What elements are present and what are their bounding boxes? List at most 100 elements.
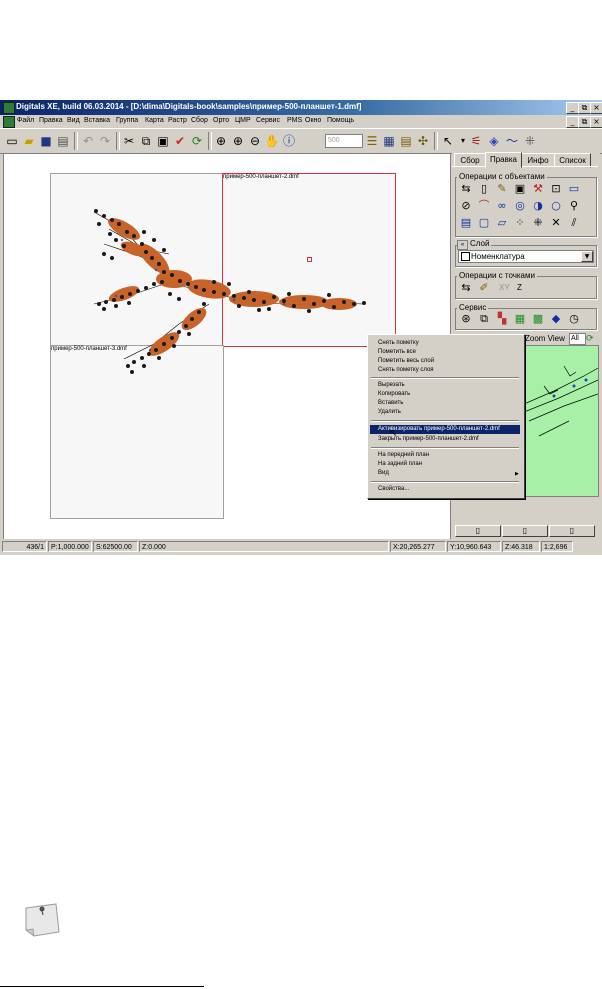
balloon-icon[interactable]: ⚲ [567, 199, 581, 213]
print-icon[interactable]: ▤ [55, 133, 71, 149]
hammer-icon[interactable]: ⚒ [531, 182, 545, 196]
undo-icon[interactable]: ↶ [80, 133, 96, 149]
panel-right-button[interactable]: ▯ [549, 525, 595, 537]
menu-item-bring-front[interactable]: На передний план [370, 451, 520, 460]
point-edit-icon[interactable]: ✐ [477, 281, 491, 295]
copy-icon[interactable]: ⧉ [138, 133, 154, 149]
open-folder-icon[interactable]: ▰ [21, 133, 37, 149]
zoom-view-preview[interactable] [523, 345, 599, 497]
zoom-refresh-icon[interactable]: ⟳ [586, 333, 594, 344]
layer-collapse-button[interactable]: « [457, 240, 468, 250]
save-icon[interactable]: ■ [38, 133, 54, 149]
menu-pms[interactable]: PMS [287, 117, 302, 124]
point-move-icon[interactable]: ⇆ [459, 281, 473, 295]
menu-item-properties[interactable]: Свойства... [370, 485, 520, 494]
zoom-out-icon[interactable]: ⊖ [247, 133, 263, 149]
tool-curve-icon[interactable]: 〜 [504, 133, 520, 149]
menu-insert[interactable]: Вставка [84, 117, 110, 124]
chevron-down-icon[interactable]: ▼ [581, 251, 593, 262]
menu-map[interactable]: Карта [145, 117, 164, 124]
move-object-icon[interactable]: ⇆ [459, 182, 473, 196]
zoom-in-icon[interactable]: ⊕ [230, 133, 246, 149]
menu-file[interactable]: Файл [17, 117, 34, 124]
select-frame-icon[interactable]: ⊡ [549, 182, 563, 196]
union-icon[interactable]: ∞ [495, 199, 509, 213]
zoom-scale-input[interactable]: 500 [325, 134, 363, 148]
menu-view[interactable]: Вид [67, 117, 80, 124]
intersect-icon[interactable]: ◎ [513, 199, 527, 213]
cross-lines-icon[interactable]: ✕ [549, 216, 563, 230]
window-stack-icon[interactable]: ⧉ [477, 312, 491, 326]
arc-icon[interactable]: ⌒ [477, 199, 491, 213]
zoom-view-select[interactable]: All [569, 333, 586, 345]
edit-pencil-icon[interactable]: ✎ [495, 182, 509, 196]
object-box-icon[interactable]: ▣ [513, 182, 527, 196]
zoom-view-map [524, 365, 598, 437]
check-icon[interactable]: ✔ [172, 133, 188, 149]
menu-window[interactable]: Окно [305, 117, 321, 124]
menu-ortho[interactable]: Орто [213, 117, 229, 124]
image-object-icon[interactable]: ▤ [459, 216, 473, 230]
info-icon[interactable]: ⓘ [281, 133, 297, 149]
grid-green-icon[interactable]: ▦ [513, 312, 527, 326]
menu-raster[interactable]: Растр [168, 117, 187, 124]
menu-help[interactable]: Помощь [327, 117, 354, 124]
hatch-icon[interactable]: ⫽ [567, 216, 581, 230]
menu-service[interactable]: Сервис [256, 117, 280, 124]
menu-item-mark-layer[interactable]: Пометить весь слой [370, 357, 520, 366]
table-icon[interactable]: ▦ [381, 133, 397, 149]
new-file-icon[interactable]: ▭ [4, 133, 20, 149]
layers-diamond-icon[interactable]: ◆ [549, 312, 563, 326]
menu-item-copy[interactable]: Копировать [370, 390, 520, 399]
page-object-icon[interactable]: ▱ [495, 216, 509, 230]
scatter-points-icon[interactable]: ⁘ [513, 216, 527, 230]
refresh-icon[interactable]: ⟳ [189, 133, 205, 149]
subtract-icon[interactable]: ◑ [531, 199, 545, 213]
grid-points-icon[interactable]: ⁜ [531, 216, 545, 230]
pan-hand-icon[interactable]: ✋ [264, 133, 280, 149]
layer-checkbox[interactable] [461, 252, 470, 261]
palette-icon[interactable]: ▚ [495, 312, 509, 326]
status-s: S:62500.00 [93, 541, 138, 552]
clock-icon[interactable]: ◷ [567, 312, 581, 326]
menu-item-unmark-layer[interactable]: Снять пометку слоя [370, 366, 520, 375]
zoom-window-icon[interactable]: ⊕ [213, 133, 229, 149]
points-xy-label[interactable]: XY [499, 283, 510, 292]
tool-ruler-icon[interactable]: ⚟ [468, 133, 484, 149]
menu-group[interactable]: Группа [116, 117, 138, 124]
tool-network-icon[interactable]: ⁜ [522, 133, 538, 149]
points-z-label[interactable]: Z [517, 283, 522, 292]
select-arrow-icon[interactable]: ↖ [440, 133, 456, 149]
frame-object-icon[interactable]: ▢ [477, 216, 491, 230]
layer-select[interactable]: Номенклатура ▼ [458, 250, 594, 263]
rotate-icon[interactable]: ⊘ [459, 199, 473, 213]
plugin-icon[interactable]: ✣ [415, 133, 431, 149]
layers-icon[interactable]: ☰ [364, 133, 380, 149]
menu-item-send-back[interactable]: На задний план [370, 460, 520, 469]
close-button[interactable]: × [590, 102, 602, 114]
line-icon[interactable]: ▭ [567, 182, 581, 196]
menu-item-delete[interactable]: Удалить [370, 408, 520, 417]
doc-close-button[interactable]: × [590, 116, 602, 128]
menu-item-unmark[interactable]: Снять пометку [370, 339, 520, 348]
circle-icon[interactable]: ○ [549, 199, 563, 213]
menu-item-paste[interactable]: Вставить [370, 399, 520, 408]
menu-item-cut[interactable]: Вырезать [370, 381, 520, 390]
service-group-label: Сервис [457, 303, 489, 312]
menu-dem[interactable]: ЦМР [235, 117, 251, 124]
menu-item-mark-all[interactable]: Пометить все [370, 348, 520, 357]
globe-icon[interactable]: ⊛ [459, 312, 473, 326]
cut-icon[interactable]: ✂ [121, 133, 137, 149]
menu-collect[interactable]: Сбор [191, 117, 208, 124]
tab-edit[interactable]: Правка [485, 152, 522, 168]
menu-edit[interactable]: Правка [39, 117, 63, 124]
panel-center-button[interactable]: ▯ [502, 525, 548, 537]
menu-item-view[interactable]: Вид [370, 469, 520, 478]
tool-map-icon[interactable]: ◈ [486, 133, 502, 149]
properties-icon[interactable]: ▤ [398, 133, 414, 149]
redo-icon[interactable]: ↷ [97, 133, 113, 149]
panel-left-button[interactable]: ▯ [455, 525, 501, 537]
grid-selected-icon[interactable]: ▩ [531, 312, 545, 326]
object-number-icon[interactable]: ▯ [477, 182, 491, 196]
paste-icon[interactable]: ▣ [155, 133, 171, 149]
